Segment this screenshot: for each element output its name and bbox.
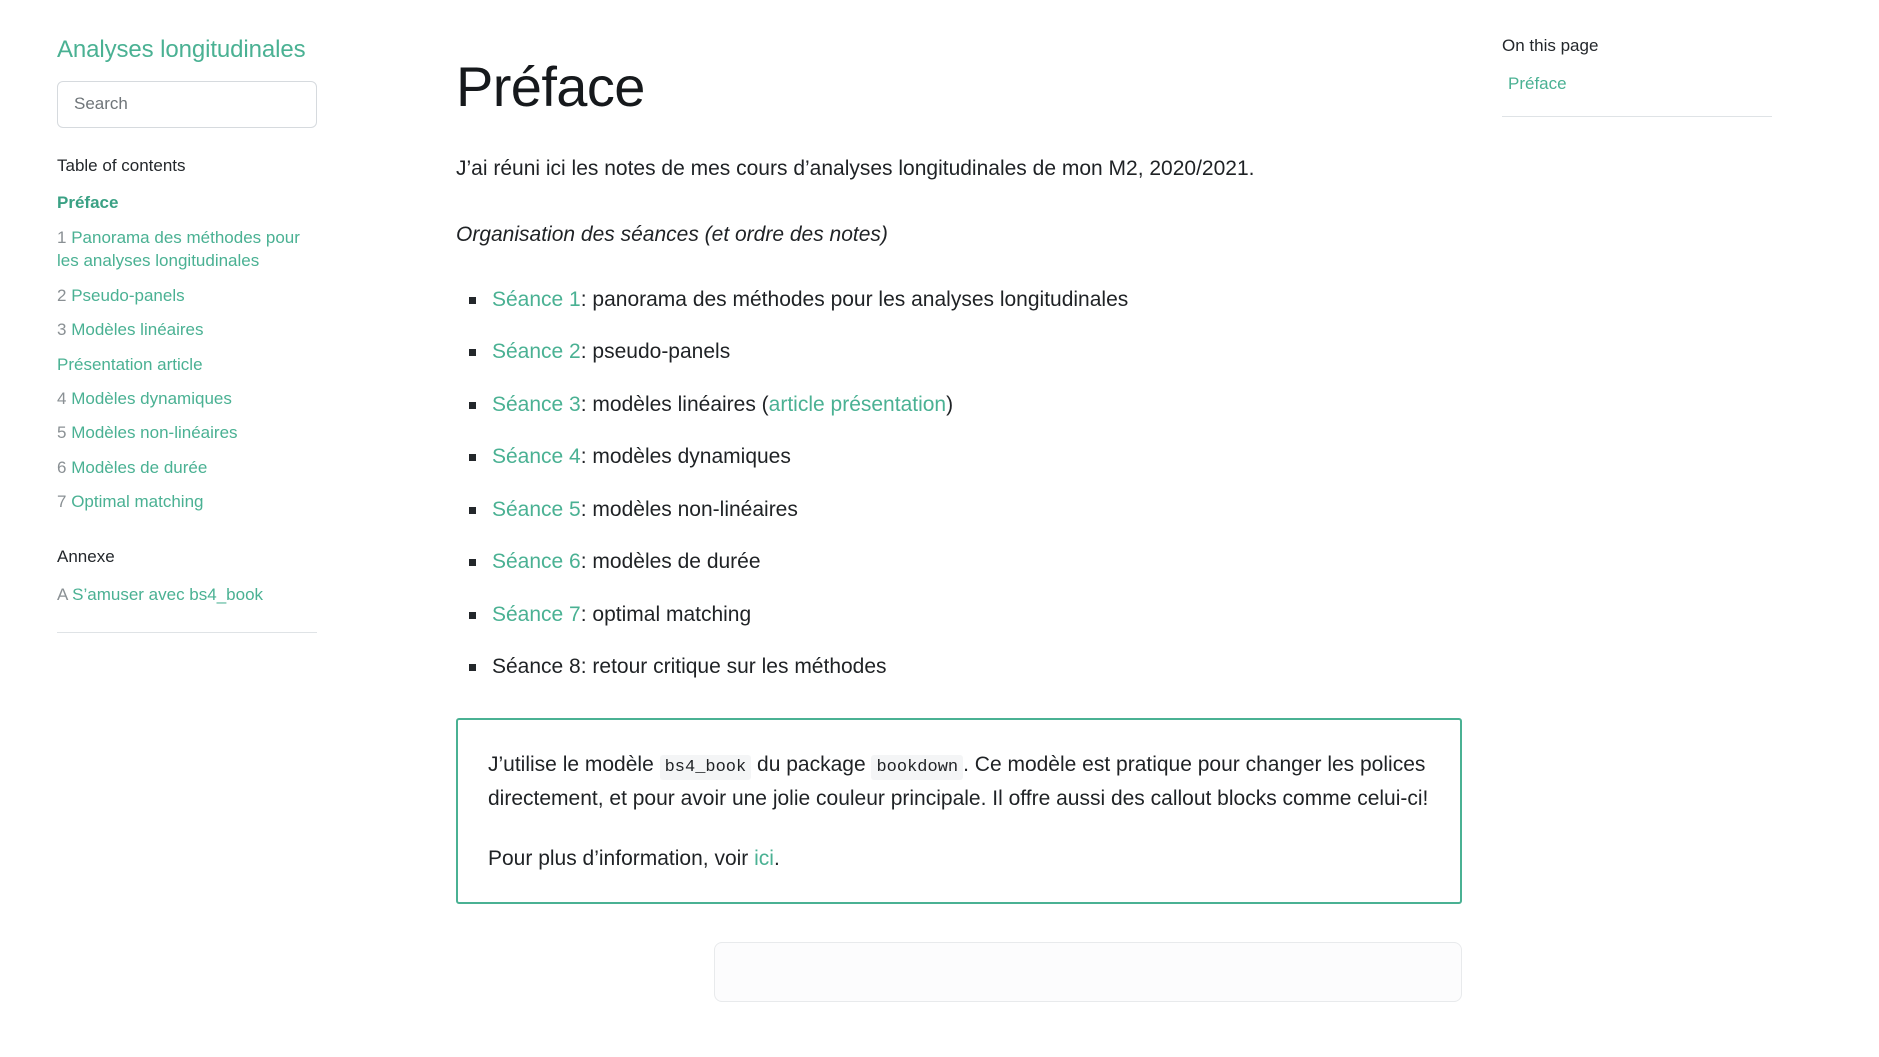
list-item: Séance 6: modèles de durée xyxy=(456,546,1462,579)
list-item: 5 Modèles non-linéaires xyxy=(57,416,372,450)
list-item: 1 Panorama des méthodes pour les analyse… xyxy=(57,220,372,278)
sidebar-item-modeles-non-lineaires[interactable]: 5 Modèles non-linéaires xyxy=(57,416,372,450)
code-bookdown: bookdown xyxy=(871,755,964,780)
seance-5-link[interactable]: Séance 5 xyxy=(492,498,581,521)
toc-heading: Table of contents xyxy=(57,155,186,175)
search-container xyxy=(57,80,372,128)
book-title-link[interactable]: Analyses longitudinales xyxy=(57,36,372,65)
toc-item-number: 7 xyxy=(57,492,67,512)
toc-item-label: Modèles non-linéaires xyxy=(71,423,238,443)
book-page: Analyses longitudinales Table of content… xyxy=(0,0,1879,1057)
list-item: Séance 5: modèles non-linéaires xyxy=(456,494,1462,527)
seance-3-paren-open: ( xyxy=(761,392,769,416)
sidebar-item-modeles-lineaires[interactable]: 3 Modèles linéaires xyxy=(57,313,372,347)
search-input[interactable] xyxy=(57,80,317,128)
toc-item-number: 4 xyxy=(57,389,67,409)
toc-item-label: Optimal matching xyxy=(71,492,204,512)
on-this-page-heading: On this page xyxy=(1502,36,1599,55)
seance-8-text: Séance 8: retour critique sur les méthod… xyxy=(492,655,887,679)
code-block-card-partial xyxy=(714,942,1462,1003)
toc-item-number: 6 xyxy=(57,457,67,477)
toc-item-number: 5 xyxy=(57,423,67,443)
sidebar-item-pseudo-panels[interactable]: 2 Pseudo-panels xyxy=(57,278,372,312)
toc-item-label: Pseudo-panels xyxy=(71,285,185,305)
toc-item-label: Préface xyxy=(57,193,119,213)
list-item: 6 Modèles de durée xyxy=(57,450,372,484)
toc-item-label: Présentation article xyxy=(57,354,203,374)
annexe-heading: Annexe xyxy=(57,547,115,567)
seance-2-text: : pseudo-panels xyxy=(580,340,731,364)
seance-4-link[interactable]: Séance 4 xyxy=(492,445,581,468)
seance-5-text: : modèles non-linéaires xyxy=(580,497,798,521)
list-item: Séance 4: modèles dynamiques xyxy=(456,441,1462,474)
on-this-page-item-preface[interactable]: Préface xyxy=(1502,70,1772,98)
sidebar-divider xyxy=(57,631,317,633)
toc-item-label: Panorama des méthodes pour les analyses … xyxy=(57,227,300,271)
list-item: Séance 8: retour critique sur les méthod… xyxy=(456,651,1462,684)
annexe-list: A S’amuser avec bs4_book xyxy=(57,577,372,611)
section-subheading: Organisation des séances (et ordre des n… xyxy=(456,222,888,246)
list-item: Séance 2: pseudo-panels xyxy=(456,336,1462,369)
list-item: 7 Optimal matching xyxy=(57,485,372,519)
list-item: A S’amuser avec bs4_book xyxy=(57,577,372,611)
seance-2-link[interactable]: Séance 2 xyxy=(492,340,581,363)
main-content: Préface J’ai réuni ici les notes de mes … xyxy=(372,0,1502,1003)
callout-paragraph-1: J’utilise le modèle bs4_book du package … xyxy=(488,748,1430,816)
sidebar-item-presentation-article[interactable]: Présentation article xyxy=(57,347,372,381)
seance-6-text: : modèles de durée xyxy=(580,550,761,574)
article-presentation-link[interactable]: article présentation xyxy=(769,393,946,416)
sidebar-item-optimal-matching[interactable]: 7 Optimal matching xyxy=(57,485,372,519)
seance-1-text: : panorama des méthodes pour les analyse… xyxy=(580,287,1129,311)
toc-item-number: 2 xyxy=(57,285,67,305)
callout-text-a: J’utilise le modèle xyxy=(488,753,660,776)
sidebar-item-modeles-dynamiques[interactable]: 4 Modèles dynamiques xyxy=(57,382,372,416)
list-item: 2 Pseudo-panels xyxy=(57,278,372,312)
list-item: Présentation article xyxy=(57,347,372,381)
list-item: Préface xyxy=(57,186,372,220)
seance-7-text: : optimal matching xyxy=(580,602,752,626)
sidebar-item-modeles-de-duree[interactable]: 6 Modèles de durée xyxy=(57,450,372,484)
toc-list: Préface 1 Panorama des méthodes pour les… xyxy=(57,186,372,520)
list-item: 3 Modèles linéaires xyxy=(57,313,372,347)
list-item: Séance 3: modèles linéaires (article pré… xyxy=(456,389,1462,422)
list-item: Préface xyxy=(1502,70,1772,98)
toc-item-number: 1 xyxy=(57,227,67,247)
seance-3-text: : modèles linéaires xyxy=(580,392,762,416)
callout-text-d: Pour plus d’information, voir xyxy=(488,847,755,871)
sidebar-item-panorama[interactable]: 1 Panorama des méthodes pour les analyse… xyxy=(57,220,372,278)
intro-paragraph: J’ai réuni ici les notes de mes cours d’… xyxy=(456,156,1255,180)
left-sidebar: Analyses longitudinales Table of content… xyxy=(0,0,372,633)
seance-3-paren-close: ) xyxy=(946,392,954,416)
toc-item-label: Modèles dynamiques xyxy=(71,389,232,409)
on-this-page-list: Préface xyxy=(1502,70,1772,98)
toc-item-label: Modèles de durée xyxy=(71,457,208,477)
right-sidebar-divider xyxy=(1502,116,1772,117)
list-item: 4 Modèles dynamiques xyxy=(57,382,372,416)
seance-6-link[interactable]: Séance 6 xyxy=(492,550,581,573)
toc-item-label: S’amuser avec bs4_book xyxy=(72,584,264,604)
list-item: Séance 1: panorama des méthodes pour les… xyxy=(456,284,1462,317)
toc-item-label: Modèles linéaires xyxy=(71,320,204,340)
seance-4-text: : modèles dynamiques xyxy=(580,445,791,469)
callout-block: J’utilise le modèle bs4_book du package … xyxy=(456,718,1462,905)
toc-item-number: 3 xyxy=(57,320,67,340)
right-sidebar: On this page Préface xyxy=(1502,0,1822,117)
code-bs4-book: bs4_book xyxy=(659,755,752,780)
seances-list: Séance 1: panorama des méthodes pour les… xyxy=(456,284,1462,684)
callout-text-e: . xyxy=(773,847,780,871)
seance-1-link[interactable]: Séance 1 xyxy=(492,288,581,311)
callout-paragraph-2: Pour plus d’information, voir ici. xyxy=(488,842,1430,876)
sidebar-item-samuser-avec-bs4-book[interactable]: A S’amuser avec bs4_book xyxy=(57,577,372,611)
seance-7-link[interactable]: Séance 7 xyxy=(492,603,581,626)
list-item: Séance 7: optimal matching xyxy=(456,599,1462,632)
page-title: Préface xyxy=(456,55,645,118)
ici-link[interactable]: ici xyxy=(754,847,774,870)
sidebar-item-preface[interactable]: Préface xyxy=(57,186,372,220)
seance-3-link[interactable]: Séance 3 xyxy=(492,393,581,416)
toc-item-number: A xyxy=(57,584,68,604)
callout-text-b: du package xyxy=(751,753,872,776)
